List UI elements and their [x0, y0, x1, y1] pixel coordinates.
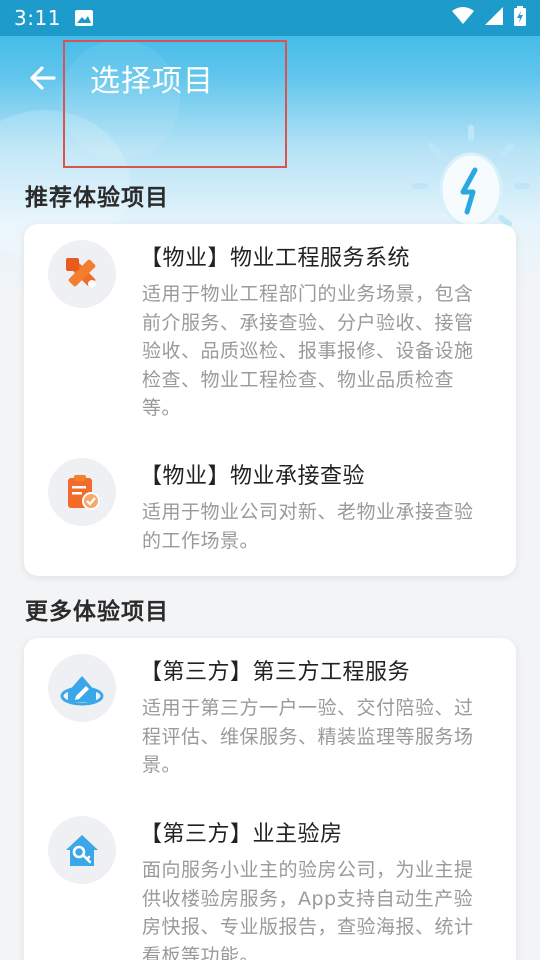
image-notification-icon: [74, 10, 93, 26]
clipboard-check-icon: [48, 458, 116, 526]
project-item[interactable]: 【第三方】业主验房 面向服务小业主的验房公司，为业主提供收楼验房服务，App支持…: [24, 800, 516, 960]
section-title-more: 更多体验项目: [25, 599, 169, 625]
battery-icon: [514, 6, 526, 30]
section-title-recommended: 推荐体验项目: [25, 185, 169, 211]
project-name: 【物业】物业承接查验: [140, 464, 366, 489]
house-edit-icon: [48, 654, 116, 722]
arrow-left-icon: [30, 66, 56, 90]
project-description: 适用于物业公司对新、老物业承接查验的工作场景。: [142, 501, 474, 552]
project-name: 【第三方】第三方工程服务: [140, 660, 411, 685]
project-description: 适用于第三方一户一验、交付陪验、过程评估、维保服务、精装监理等服务场景。: [142, 697, 474, 776]
project-description: 面向服务小业主的验房公司，为业主提供收楼验房服务，App支持自动生产验房快报、专…: [142, 859, 474, 960]
project-name: 【第三方】业主验房: [140, 822, 343, 847]
project-description: 适用于物业工程部门的业务场景，包含前介服务、承接查验、分户验收、接管验收、品质巡…: [142, 283, 474, 419]
tools-icon: [48, 240, 116, 308]
lightbulb-decoration-icon: [405, 118, 540, 238]
project-item[interactable]: 【第三方】第三方工程服务 适用于第三方一户一验、交付陪验、过程评估、维保服务、精…: [24, 638, 516, 800]
project-item[interactable]: 【物业】物业承接查验 适用于物业公司对新、老物业承接查验的工作场景。: [24, 444, 516, 576]
recommended-card: 【物业】物业工程服务系统 适用于物业工程部门的业务场景，包含前介服务、承接查验、…: [24, 224, 516, 576]
signal-icon: [484, 6, 504, 30]
status-bar: 3:11: [0, 0, 540, 36]
project-item[interactable]: 【物业】物业工程服务系统 适用于物业工程部门的业务场景，包含前介服务、承接查验、…: [24, 224, 516, 444]
annotation-highlight-box: [63, 40, 287, 168]
back-button[interactable]: [20, 56, 64, 100]
status-time: 3:11: [14, 6, 61, 30]
project-name: 【物业】物业工程服务系统: [140, 246, 411, 271]
more-card: 【第三方】第三方工程服务 适用于第三方一户一验、交付陪验、过程评估、维保服务、精…: [24, 638, 516, 960]
wifi-icon: [452, 7, 474, 29]
house-key-icon: [48, 816, 116, 884]
